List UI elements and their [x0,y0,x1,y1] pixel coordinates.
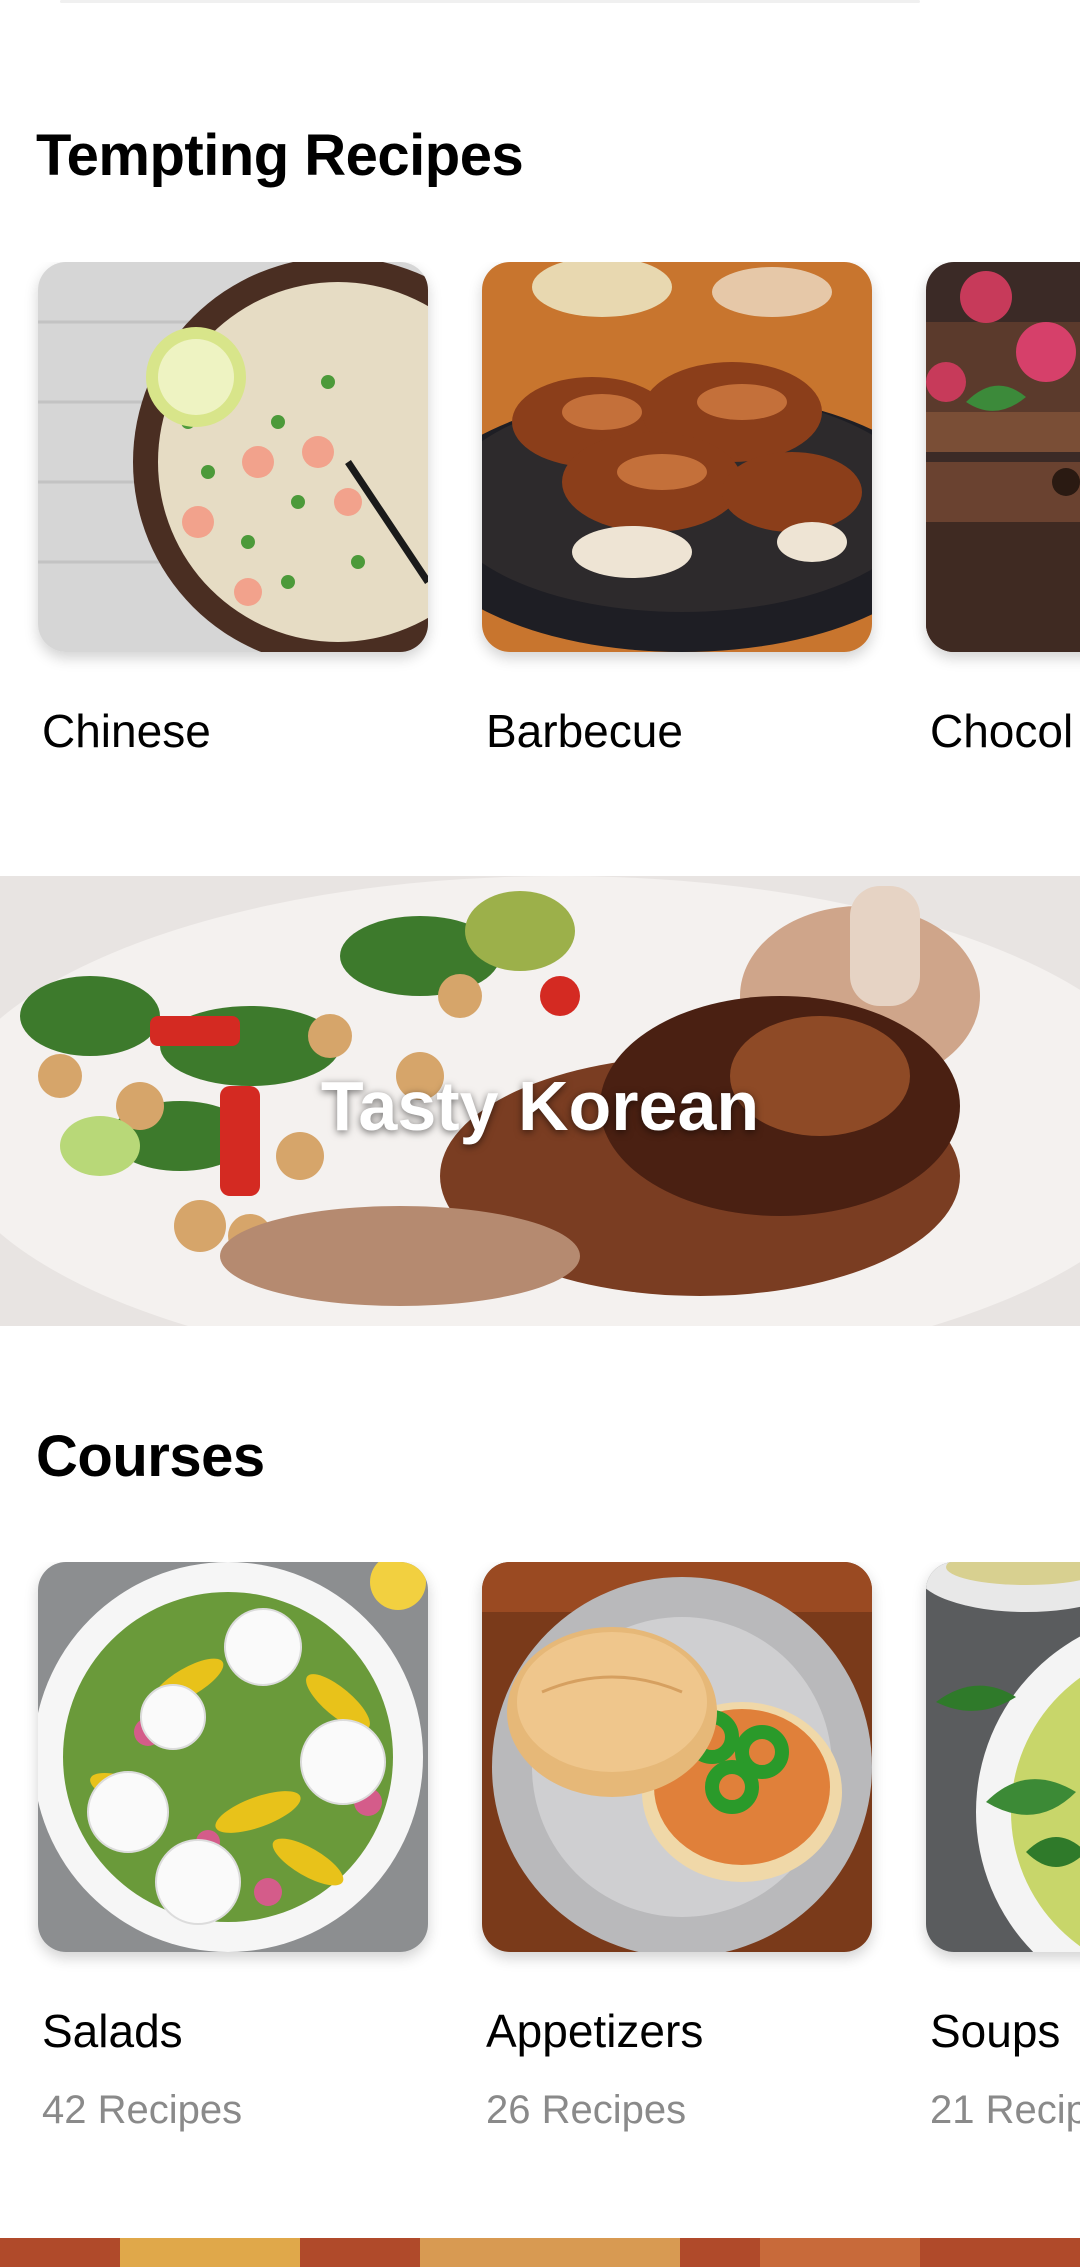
grilled-chicken-photo [482,262,872,652]
courses-carousel[interactable]: Salads 42 Recipes Appetizers 26 Recipes [0,1562,1080,2162]
recipe-card-label: Barbecue [486,705,683,757]
course-card-label: Salads [42,2005,183,2057]
veggie-burger-photo [482,1562,872,1952]
section-title-tempting-recipes: Tempting Recipes [36,123,524,188]
recipe-card-label: Chinese [42,705,211,757]
green-soup-photo [926,1562,1080,1952]
course-card-label: Appetizers [486,2005,704,2057]
course-recipe-count: 21 Recip [930,2088,1080,2132]
banner-title: Tasty Korean [320,1067,760,1145]
chocolate-dessert-photo [926,262,1080,652]
top-divider [60,0,920,3]
course-recipe-count: 26 Recipes [486,2088,687,2132]
next-banner-peek[interactable] [0,2238,1080,2267]
course-card-label: Soups [930,2005,1061,2057]
fried-rice-photo [38,262,428,652]
recipe-card-label: Chocol [930,705,1074,757]
section-title-courses: Courses [36,1424,265,1489]
next-banner-photo [0,2238,1080,2267]
salad-bowl-photo [38,1562,428,1952]
featured-banner-tasty-korean[interactable]: Tasty Korean [0,876,1080,1326]
tempting-recipes-carousel[interactable]: Chinese Barbecue Chocol [0,262,1080,822]
course-recipe-count: 42 Recipes [42,2088,243,2132]
